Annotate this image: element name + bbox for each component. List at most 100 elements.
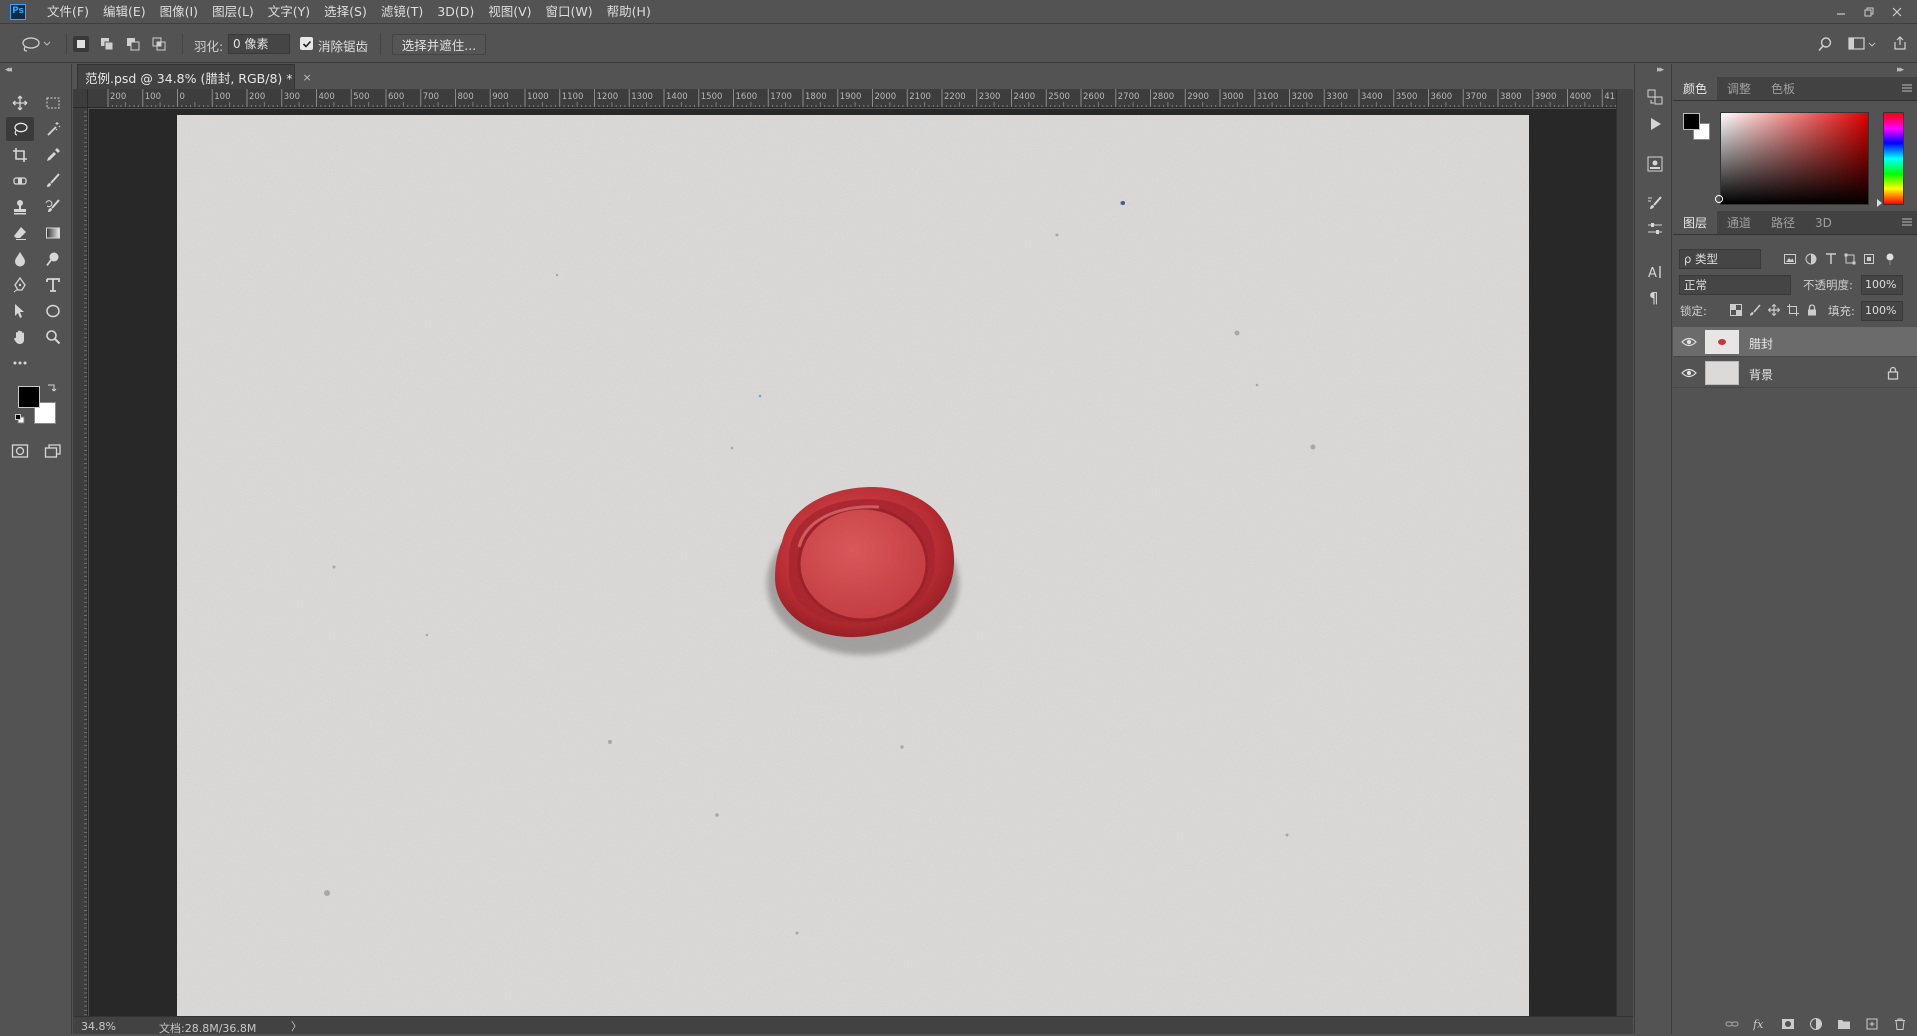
ellipse-tool[interactable] [39,299,67,323]
tab-swatches[interactable]: 色板 [1761,77,1805,100]
new-adjustment-button[interactable] [1809,1017,1823,1031]
intersect-selection-button[interactable] [151,36,167,52]
clone-stamp-tool[interactable] [6,195,34,219]
lock-transparent-button[interactable] [1729,303,1743,317]
lasso-tool[interactable] [6,117,34,141]
hue-slider[interactable] [1883,112,1904,205]
minimize-button[interactable] [1827,0,1855,24]
layer-name[interactable]: 背景 [1749,366,1773,383]
tab-color[interactable]: 颜色 [1673,77,1718,100]
feather-input[interactable]: 0 像素 [228,34,290,54]
eyedropper-tool[interactable] [39,143,67,167]
eraser-tool[interactable] [6,221,34,245]
link-layers-button[interactable] [1725,1017,1739,1031]
tab-3d[interactable]: 3D [1805,211,1842,234]
lasso-preset-picker[interactable] [20,35,52,53]
marquee-tool[interactable] [39,91,67,115]
menu-filter[interactable]: 滤镜(T) [374,0,430,24]
zoom-level[interactable]: 34.8% [81,1020,116,1033]
layer-style-button[interactable]: fx [1753,1017,1767,1031]
type-tool[interactable] [39,273,67,297]
brush-tool[interactable] [39,169,67,193]
adjustments-button[interactable] [1644,218,1666,240]
menu-layer[interactable]: 图层(L) [205,0,261,24]
tab-layers[interactable]: 图层 [1673,211,1718,234]
vertical-ruler[interactable] [73,108,88,1016]
add-mask-button[interactable] [1781,1017,1795,1031]
share-button[interactable] [1892,35,1908,51]
document-canvas[interactable] [177,115,1529,1016]
status-menu-arrow[interactable]: 〉 [291,1018,302,1034]
layer-lock-icon[interactable] [1887,366,1899,380]
new-selection-button[interactable] [73,36,89,52]
lock-all-button[interactable] [1805,303,1819,317]
tab-channels[interactable]: 通道 [1717,211,1761,234]
vertical-scrollbar[interactable] [1616,89,1633,1016]
layer-name[interactable]: 腊封 [1749,335,1773,352]
filter-shape-button[interactable] [1843,252,1857,266]
collapse-panels-icon[interactable]: ▸▸ [1897,65,1904,75]
magic-wand-tool[interactable] [39,117,67,141]
close-window-button[interactable] [1883,0,1911,24]
properties-panel-button[interactable] [1644,153,1666,175]
document-tab[interactable]: 范例.psd @ 34.8% (腊封, RGB/8) * × [77,64,312,89]
new-group-button[interactable] [1837,1017,1851,1031]
history-brush-tool[interactable] [39,195,67,219]
path-selection-tool[interactable] [6,299,34,323]
brush-settings-button[interactable] [1644,193,1666,215]
swap-colors-button[interactable] [47,382,57,392]
search-button[interactable] [1817,36,1833,52]
fill-input[interactable]: 100% [1861,301,1903,321]
delete-layer-button[interactable] [1893,1017,1907,1031]
collapse-strip-icon[interactable]: ▸▸ [1657,65,1664,75]
layer-row-background[interactable]: 背景 [1673,358,1917,388]
menu-type[interactable]: 文字(Y) [261,0,317,24]
screen-mode-button[interactable] [39,439,67,463]
close-tab-button[interactable]: × [303,71,312,84]
color-spectrum-field[interactable] [1720,112,1869,205]
spot-healing-tool[interactable] [6,169,34,193]
menu-help[interactable]: 帮助(H) [600,0,658,24]
tab-adjustments[interactable]: 调整 [1717,77,1761,100]
foreground-color-swatch[interactable] [18,386,40,408]
edit-toolbar-button[interactable] [6,351,34,375]
panel-menu-icon[interactable] [1901,83,1913,93]
menu-file[interactable]: 文件(F) [40,0,96,24]
subtract-selection-button[interactable] [125,36,141,52]
layer-kind-filter[interactable]: ρ 类型 [1679,249,1761,269]
move-tool[interactable] [6,91,34,115]
layer-row-wax-seal[interactable]: 腊封 [1673,327,1917,357]
filter-adjustment-button[interactable] [1804,252,1818,266]
gradient-tool[interactable] [39,221,67,245]
actions-panel-button[interactable] [1644,113,1666,135]
dodge-tool[interactable] [39,247,67,271]
default-colors-button[interactable] [15,414,25,424]
color-panel-foreground-swatch[interactable] [1683,113,1700,130]
menu-view[interactable]: 视图(V) [481,0,538,24]
visibility-eye-icon[interactable] [1681,336,1697,348]
lock-position-button[interactable] [1767,303,1781,317]
hue-slider-handle[interactable] [1877,199,1882,207]
panel-menu-icon[interactable] [1901,217,1913,227]
restore-button[interactable] [1855,0,1883,24]
pen-tool[interactable] [6,273,34,297]
visibility-eye-icon[interactable] [1681,367,1697,379]
paragraph-panel-button[interactable]: ¶ [1644,286,1666,308]
workspace-switcher[interactable] [1848,36,1878,52]
menu-3d[interactable]: 3D(D) [430,0,481,24]
menu-image[interactable]: 图像(I) [153,0,205,24]
lock-pixels-button[interactable] [1748,303,1762,317]
hand-tool[interactable] [6,325,34,349]
tab-paths[interactable]: 路径 [1761,211,1805,234]
select-and-mask-button[interactable]: 选择并遮住... [392,34,486,55]
crop-tool[interactable] [6,143,34,167]
filter-pixel-button[interactable] [1783,252,1797,266]
blend-mode-select[interactable]: 正常 [1679,275,1791,295]
color-picker-cursor[interactable] [1715,195,1723,203]
history-panel-button[interactable] [1644,86,1666,108]
menu-select[interactable]: 选择(S) [317,0,374,24]
filter-smart-object-button[interactable] [1862,252,1876,266]
filter-toggle-button[interactable] [1883,252,1897,266]
lock-artboard-button[interactable] [1786,303,1800,317]
menu-window[interactable]: 窗口(W) [539,0,600,24]
